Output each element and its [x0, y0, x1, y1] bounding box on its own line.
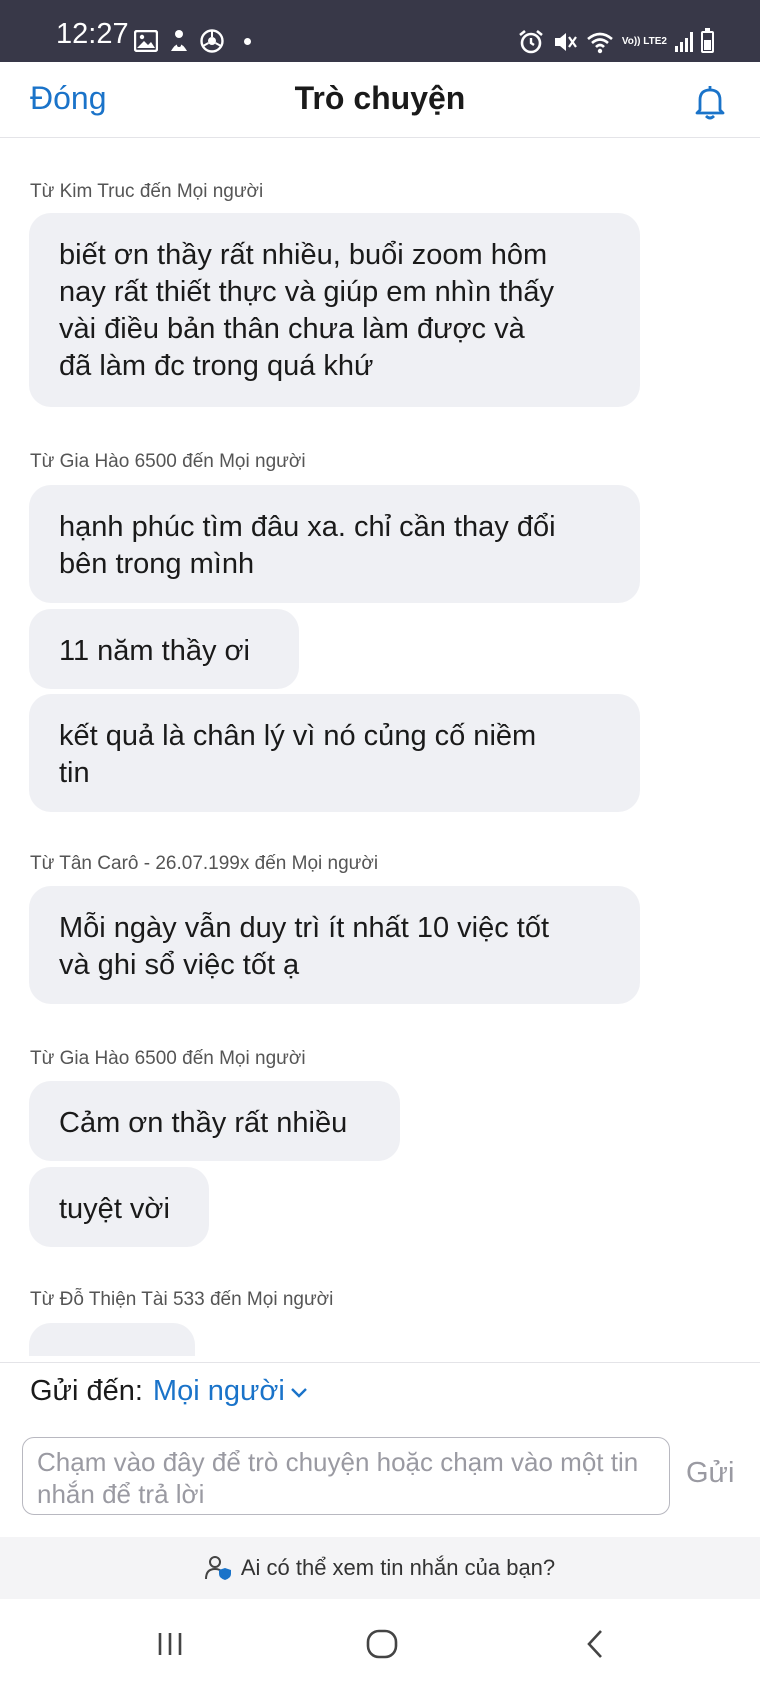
- alarm-icon: [519, 29, 543, 54]
- message-line: đã làm đc trong quá khứ: [59, 350, 374, 382]
- message-sender: Từ Gia Hào 6500 đến Mọi người: [30, 451, 306, 472]
- notification-button[interactable]: [690, 82, 730, 122]
- send-button[interactable]: Gửi: [686, 1457, 734, 1490]
- status-right-icons: Vo)) LTE2: [518, 28, 714, 56]
- status-left-icons: [134, 28, 251, 54]
- recipient-dropdown[interactable]: Mọi người: [153, 1375, 309, 1408]
- chat-message-list[interactable]: Từ Kim Truc đến Mọi người biết ơn thầy r…: [0, 139, 760, 1356]
- message-bubble[interactable]: kết quả là chân lý vì nó củng cố niềm ti…: [29, 694, 640, 812]
- recipient-label: Mọi người: [152, 1375, 285, 1407]
- status-time: 12:27: [56, 18, 129, 50]
- back-button[interactable]: [566, 1621, 626, 1667]
- message-line: vài điều bản thân chưa làm được và: [59, 313, 525, 345]
- message-sender: Từ Tân Carô - 26.07.199x đến Mọi người: [30, 853, 379, 874]
- wifi-icon: [586, 32, 613, 54]
- battery-icon: [701, 28, 714, 53]
- page-title: Trò chuyện: [294, 80, 466, 116]
- message-bubble[interactable]: tuyệt vời: [29, 1167, 209, 1247]
- send-to-label: Gửi đến:: [30, 1375, 143, 1407]
- message-line: Cảm ơn thầy rất nhiều: [59, 1107, 348, 1139]
- privacy-notice[interactable]: Ai có thể xem tin nhắn của bạn?: [0, 1537, 760, 1599]
- send-to-row: Gửi đến: Mọi người: [30, 1375, 309, 1408]
- message-bubble[interactable]: Cảm ơn thầy rất nhiều: [29, 1081, 400, 1161]
- network-type-label: Vo)) LTE2: [621, 36, 667, 47]
- message-sender: Từ Kim Truc đến Mọi người: [30, 181, 264, 202]
- message-line: hạnh phúc tìm đâu xa. chỉ cần thay đổi: [59, 511, 556, 543]
- system-nav-bar: [0, 1599, 760, 1689]
- message-line: Mỗi ngày vẫn duy trì ít nhất 10 việc tốt: [59, 912, 550, 944]
- home-button[interactable]: [352, 1621, 412, 1667]
- message-line: và ghi sổ việc tốt ạ: [59, 949, 300, 981]
- message-input[interactable]: [22, 1437, 670, 1515]
- user-shield-icon: [204, 1556, 231, 1580]
- chat-header: Đóng Trò chuyện: [0, 62, 760, 138]
- message-bubble[interactable]: hạnh phúc tìm đâu xa. chỉ cần thay đổi b…: [29, 485, 640, 603]
- message-bubble[interactable]: Mỗi ngày vẫn duy trì ít nhất 10 việc tốt…: [29, 886, 640, 1004]
- status-bar: 12:27 Vo)) LTE2: [0, 0, 760, 62]
- message-line: tuyệt vời: [59, 1193, 170, 1225]
- recent-apps-icon: [158, 1633, 182, 1655]
- compose-area: Gửi đến: Mọi người Gửi: [0, 1362, 760, 1537]
- message-line: bên trong mình: [59, 548, 255, 580]
- signal-icon: [675, 32, 693, 52]
- message-line: nay rất thiết thực và giúp em nhìn thấy: [59, 276, 554, 308]
- message-bubble[interactable]: [29, 1323, 195, 1356]
- chevron-down-icon: [290, 1387, 307, 1398]
- message-bubble[interactable]: biết ơn thầy rất nhiều, buổi zoom hôm na…: [29, 213, 640, 407]
- mute-icon: [554, 33, 577, 51]
- message-line: 11 năm thầy ơi: [59, 635, 250, 667]
- gallery-icon: [134, 30, 158, 52]
- recent-apps-button[interactable]: [140, 1621, 200, 1667]
- bell-icon: [695, 86, 725, 120]
- message-line: kết quả là chân lý vì nó củng cố niềm: [59, 720, 537, 752]
- message-bubble[interactable]: 11 năm thầy ơi: [29, 609, 299, 689]
- app-notification-icon: [171, 30, 187, 51]
- home-icon: [366, 1629, 398, 1659]
- message-sender: Từ Đỗ Thiện Tài 533 đến Mọi người: [30, 1289, 334, 1310]
- message-line: tin: [59, 757, 90, 789]
- more-notifications-dot: [244, 37, 251, 45]
- chrome-icon: [200, 29, 224, 53]
- privacy-notice-text: Ai có thể xem tin nhắn của bạn?: [240, 1555, 556, 1580]
- message-sender: Từ Gia Hào 6500 đến Mọi người: [30, 1048, 306, 1069]
- message-line: biết ơn thầy rất nhiều, buổi zoom hôm: [59, 239, 548, 271]
- back-icon: [587, 1630, 602, 1658]
